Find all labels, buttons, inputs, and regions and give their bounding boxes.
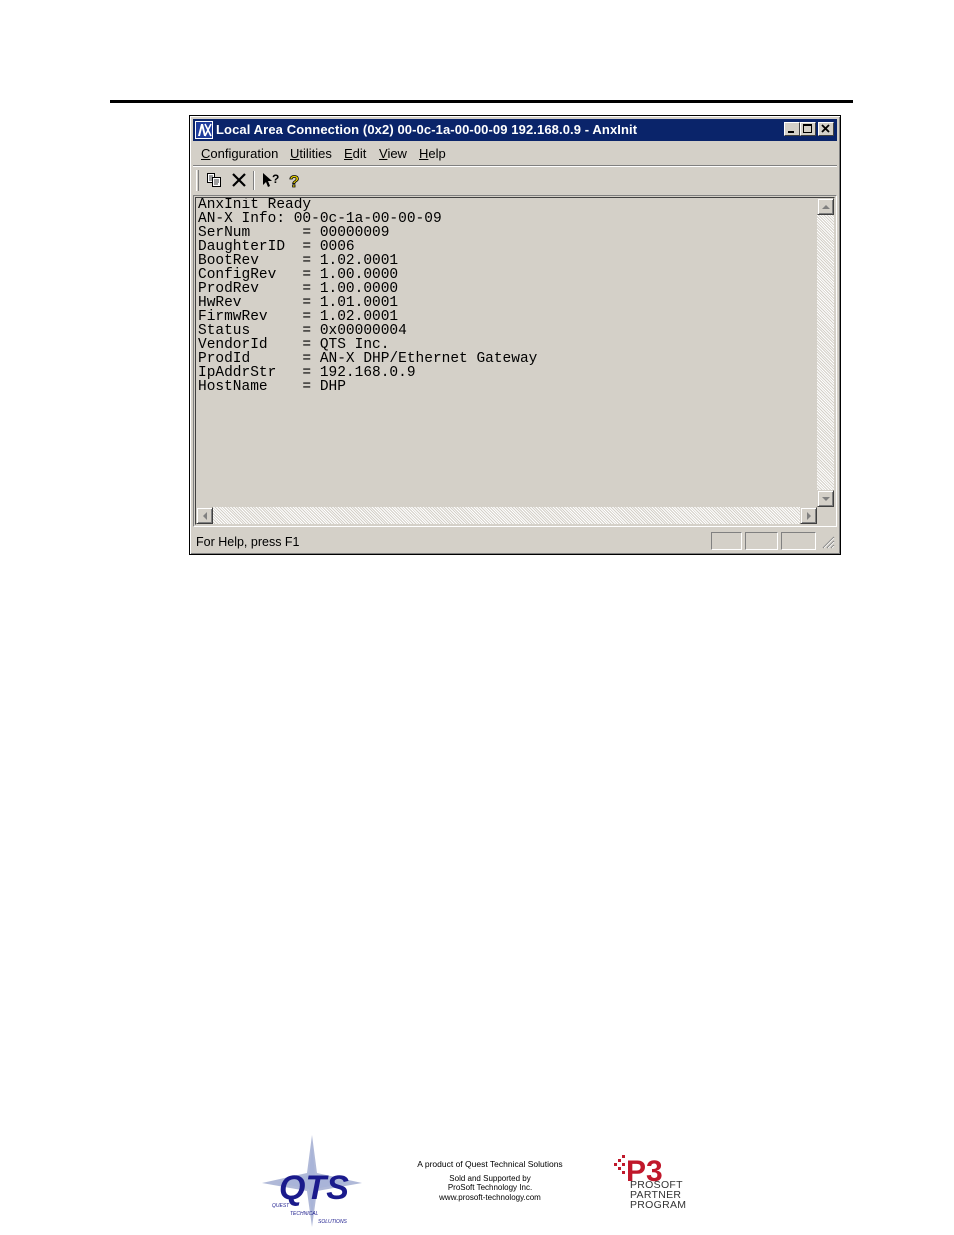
window-title: Local Area Connection (0x2) 00-0c-1a-00-… — [216, 122, 638, 137]
output-line: FirmwRev = 1.02.0001 — [198, 309, 399, 325]
toolbar: ? ? — [193, 167, 837, 195]
qts-logo: QTS QUEST TECHNICAL SOLUTIONS — [262, 1135, 362, 1227]
title-bar[interactable]: Local Area Connection (0x2) 00-0c-1a-00-… — [193, 119, 837, 141]
maximize-button[interactable] — [800, 122, 816, 136]
arrow-left-icon — [203, 512, 207, 520]
anxinit-app-icon[interactable] — [195, 121, 213, 139]
output-line: ProdRev = 1.00.0000 — [198, 281, 399, 297]
menu-edit[interactable]: Edit — [344, 146, 366, 161]
toolbar-separator — [253, 171, 255, 190]
footer-sold-line: Sold and Supported by — [449, 1174, 531, 1183]
menu-help[interactable]: Help — [419, 146, 446, 161]
copy-button[interactable] — [203, 170, 225, 191]
status-text: For Help, press F1 — [196, 535, 300, 549]
footer-company-line: ProSoft Technology Inc. — [447, 1183, 533, 1192]
output-line: DaughterID = 0006 — [198, 239, 355, 255]
page-header-rule — [110, 100, 853, 103]
scroll-up-button[interactable] — [817, 198, 834, 215]
horizontal-scrollbar[interactable] — [196, 507, 817, 524]
menu-configuration[interactable]: Configuration — [201, 146, 278, 161]
resize-grip-icon[interactable] — [821, 535, 835, 549]
help-icon: ? — [289, 172, 300, 190]
arrow-right-icon — [807, 512, 811, 520]
status-pane-1 — [711, 532, 742, 550]
output-line: SerNum = 00000009 — [198, 225, 390, 241]
anxinit-window: Local Area Connection (0x2) 00-0c-1a-00-… — [189, 115, 841, 555]
output-text[interactable]: AnxInit Ready AN-X Info: 00-0c-1a-00-00-0… — [198, 198, 818, 510]
svg-text:QTS: QTS — [279, 1169, 349, 1207]
status-bar: For Help, press F1 — [193, 530, 837, 552]
copy-icon — [207, 173, 221, 187]
svg-text:TECHNICAL: TECHNICAL — [290, 1211, 319, 1217]
output-line: ProdId = AN-X DHP/Ethernet Gateway — [198, 351, 538, 367]
context-help-icon: ? — [263, 172, 279, 187]
menu-bar: Configuration Utilities Edit View Help — [193, 143, 837, 165]
output-line: HwRev = 1.01.0001 — [198, 295, 399, 311]
minimize-button[interactable] — [784, 122, 800, 136]
help-button[interactable]: ? — [283, 170, 305, 191]
prosoft-p3-logo: P3 PROSOFT PARTNER PROGRAM — [612, 1155, 694, 1211]
svg-text:?: ? — [272, 172, 279, 186]
status-pane-3 — [781, 532, 816, 550]
scroll-left-button[interactable] — [196, 507, 213, 524]
output-line: IpAddrStr = 192.168.0.9 — [198, 365, 416, 381]
close-button[interactable] — [818, 122, 834, 136]
output-line: AnxInit Ready — [198, 198, 312, 213]
svg-text:SOLUTIONS: SOLUTIONS — [318, 1219, 348, 1225]
scrollbar-corner — [817, 507, 834, 524]
menu-utilities[interactable]: Utilities — [290, 146, 332, 161]
arrow-down-icon — [822, 497, 830, 501]
output-line: Status = 0x00000004 — [198, 323, 407, 339]
svg-text:QUEST: QUEST — [272, 1203, 290, 1209]
svg-text:?: ? — [289, 172, 299, 190]
arrow-up-icon — [822, 205, 830, 209]
maximize-icon — [803, 124, 812, 133]
vertical-scrollbar[interactable] — [817, 198, 834, 507]
scroll-right-button[interactable] — [800, 507, 817, 524]
p3-word-program: PROGRAM — [630, 1199, 687, 1211]
scroll-down-button[interactable] — [817, 490, 834, 507]
output-line: AN-X Info: 00-0c-1a-00-00-09 — [198, 211, 442, 227]
close-icon — [821, 124, 830, 133]
output-line: ConfigRev = 1.00.0000 — [198, 267, 399, 283]
output-line: VendorId = QTS Inc. — [198, 337, 390, 353]
toolbar-grip[interactable] — [196, 170, 199, 191]
menu-view[interactable]: View — [379, 146, 407, 161]
footer-website-link[interactable]: www.prosoft-technology.com — [410, 1193, 570, 1202]
delete-icon — [232, 173, 246, 187]
minimize-icon — [788, 131, 794, 133]
footer-product-line: A product of Quest Technical Solutions — [417, 1159, 563, 1169]
status-pane-2 — [745, 532, 778, 550]
context-help-button[interactable]: ? — [259, 170, 281, 191]
output-line: HostName = DHP — [198, 379, 346, 395]
output-pane: AnxInit Ready AN-X Info: 00-0c-1a-00-00-0… — [193, 195, 837, 527]
delete-button[interactable] — [228, 170, 250, 191]
output-line: BootRev = 1.02.0001 — [198, 253, 399, 269]
